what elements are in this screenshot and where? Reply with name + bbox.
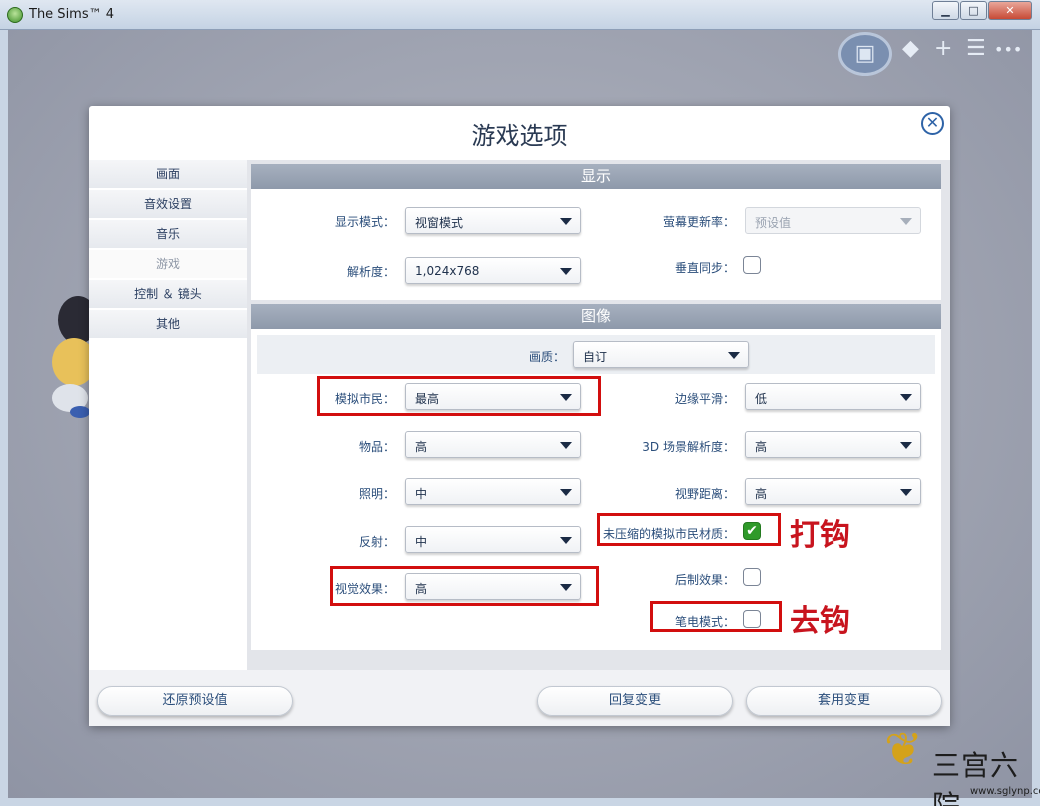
reflections-dropdown[interactable]: 中 [405, 526, 581, 553]
quality-value: 自订 [583, 350, 608, 364]
graphics-section-header: 图像 [251, 304, 941, 329]
window-frame-right [1032, 30, 1040, 806]
dialog-footer: 还原预设值 回复变更 套用变更 [89, 670, 950, 726]
window-title: The Sims™ 4 [29, 7, 115, 22]
scene-resolution-value: 高 [755, 440, 768, 454]
objects-label: 物品： [358, 440, 395, 454]
nav-item-audio[interactable]: 音效设置 [89, 190, 247, 218]
resolution-label: 解析度： [346, 265, 395, 279]
highlight-box-uncompressed [597, 513, 781, 546]
nav-item-other[interactable]: 其他 [89, 310, 247, 338]
chevron-down-icon [728, 352, 740, 359]
display-section-header: 显示 [251, 164, 941, 189]
site-watermark: ❦ 三宫六院 www.sglynp.com [880, 720, 1040, 806]
refresh-rate-dropdown: 预设值 [745, 207, 921, 234]
quality-row: 画质： 自订 [257, 335, 935, 374]
display-mode-value: 视窗模式 [415, 216, 464, 230]
refresh-rate-label: 萤幕更新率： [662, 215, 735, 229]
display-section: 显示 显示模式： 视窗模式 萤幕更新率： 预设值 解析度： 1,024x768 … [251, 164, 941, 300]
chevron-down-icon [560, 537, 572, 544]
quality-dropdown[interactable]: 自订 [573, 341, 749, 368]
chevron-down-icon [900, 394, 912, 401]
highlight-box-laptop-mode [650, 601, 782, 632]
watermark-url: www.sglynp.com [970, 786, 1040, 797]
minimize-button[interactable]: ▁ [932, 1, 959, 20]
view-distance-label: 视野距离： [674, 487, 735, 501]
dialog-title: 游戏选项 [471, 122, 568, 150]
lighting-label: 照明： [358, 487, 395, 501]
apply-changes-button[interactable]: 套用变更 [746, 686, 942, 716]
maximize-button[interactable]: □ [960, 1, 987, 20]
list-icon[interactable]: ☰ [966, 36, 986, 61]
top-toolbar: ▣ ◆ + ☰ ••• [838, 30, 1028, 78]
vsync-label: 垂直同步： [674, 261, 735, 275]
display-mode-dropdown[interactable]: 视窗模式 [405, 207, 581, 234]
annotation-check: 打钩 [790, 518, 850, 553]
window-frame-left [0, 30, 8, 806]
edge-smoothing-value: 低 [755, 392, 768, 406]
chevron-down-icon [560, 268, 572, 275]
highlight-box-visual-effects [330, 566, 599, 606]
post-processing-checkbox[interactable] [743, 568, 761, 586]
window-close-button[interactable]: ✕ [988, 1, 1032, 20]
chevron-down-icon [900, 442, 912, 449]
nav-item-controls-camera[interactable]: 控制 ＆ 镜头 [89, 280, 247, 308]
chevron-down-icon [560, 218, 572, 225]
phoenix-logo-icon: ❦ [884, 722, 923, 776]
window-titlebar: The Sims™ 4 ▁ □ ✕ [0, 0, 1040, 30]
chevron-down-icon [560, 442, 572, 449]
vsync-checkbox[interactable] [743, 256, 761, 274]
resolution-value: 1,024x768 [415, 264, 480, 278]
refresh-rate-value: 预设值 [755, 216, 792, 230]
revert-changes-button[interactable]: 回复变更 [537, 686, 733, 716]
quality-label: 画质： [528, 350, 565, 364]
reflections-value: 中 [415, 535, 428, 549]
nav-item-graphics[interactable]: 画面 [89, 160, 247, 188]
post-processing-label: 后制效果： [674, 573, 735, 587]
nav-item-gameplay[interactable]: 游戏 [89, 250, 247, 278]
options-nav: 画面 音效设置 音乐 游戏 控制 ＆ 镜头 其他 [89, 160, 247, 340]
nav-item-music[interactable]: 音乐 [89, 220, 247, 248]
highlight-box-sims [317, 376, 601, 416]
resolution-dropdown[interactable]: 1,024x768 [405, 257, 581, 284]
plus-icon[interactable]: + [934, 36, 952, 61]
lighting-dropdown[interactable]: 中 [405, 478, 581, 505]
tag-icon[interactable]: ◆ [902, 36, 919, 61]
sims-app-icon [7, 7, 23, 23]
view-distance-value: 高 [755, 487, 768, 501]
edge-smoothing-dropdown[interactable]: 低 [745, 383, 921, 410]
more-icon[interactable]: ••• [994, 40, 1022, 59]
annotation-uncheck: 去钩 [790, 604, 850, 639]
scene-resolution-label: 3D 场景解析度： [642, 440, 735, 454]
lighting-value: 中 [415, 487, 428, 501]
display-mode-label: 显示模式： [334, 215, 395, 229]
objects-value: 高 [415, 440, 428, 454]
photo-mode-icon[interactable]: ▣ [838, 32, 892, 76]
scene-resolution-dropdown[interactable]: 高 [745, 431, 921, 458]
view-distance-dropdown[interactable]: 高 [745, 478, 921, 505]
chevron-down-icon [560, 489, 572, 496]
restore-defaults-button[interactable]: 还原预设值 [97, 686, 293, 716]
window-controls: ▁ □ ✕ [931, 1, 1032, 20]
objects-dropdown[interactable]: 高 [405, 431, 581, 458]
edge-smoothing-label: 边缘平滑： [674, 392, 735, 406]
reflections-label: 反射： [358, 535, 395, 549]
dialog-close-icon[interactable]: ✕ [921, 112, 944, 135]
chevron-down-icon [900, 489, 912, 496]
chevron-down-icon [900, 218, 912, 225]
